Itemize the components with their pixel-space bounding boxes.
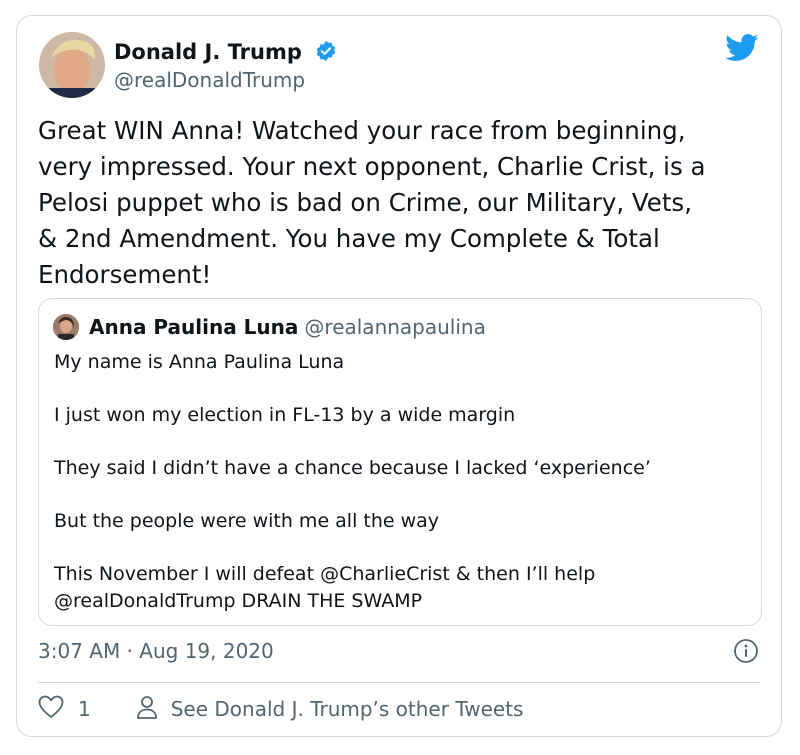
tweet-timestamp[interactable]: 3:07 AM · Aug 19, 2020 [38,639,274,663]
quoted-blank-line [54,376,744,403]
author-name[interactable]: Donald J. Trump [114,40,337,67]
like-count: 1 [78,697,91,721]
quoted-line: My name is Anna Paulina Luna [54,351,345,373]
verified-badge-icon [315,40,337,67]
quoted-line: @realDonaldTrump DRAIN THE SWAMP [54,589,423,612]
info-icon[interactable] [733,638,759,668]
heart-icon[interactable] [38,695,64,724]
quoted-blank-line [54,482,744,509]
quoted-author[interactable]: Anna Paulina Luna @realannapaulina [89,315,486,339]
user-icon [135,694,159,725]
quoted-blank-line [54,429,744,456]
twitter-bird-icon[interactable] [725,34,759,66]
quoted-line: I just won my election in FL-13 by a wid… [54,404,516,426]
quoted-author-name: Anna Paulina Luna [89,315,299,339]
see-other-tweets-link[interactable]: See Donald J. Trump’s other Tweets [135,694,524,725]
quoted-tweet-body: My name is Anna Paulina Luna I just won … [54,349,744,614]
quoted-author-avatar[interactable] [53,314,79,340]
author-name-text: Donald J. Trump [114,40,302,64]
quoted-blank-line [54,535,744,562]
quoted-line: But the people were with me all the way [54,510,440,532]
quoted-line: They said I didn’t have a chance because… [54,457,651,479]
divider [38,682,760,683]
see-other-tweets-label: See Donald J. Trump’s other Tweets [170,697,524,721]
tweet-body: Great WIN Anna! Watched your race from b… [38,116,706,289]
action-bar: 1 See Donald J. Trump’s other Tweets [38,694,523,724]
quoted-author-handle: @realannapaulina [304,315,486,339]
tweet-card: Donald J. Trump @realDonaldTrump Great W… [16,15,782,737]
author-avatar[interactable] [39,32,105,98]
quoted-line: This November I will defeat @CharlieCris… [54,563,596,585]
quoted-tweet[interactable]: Anna Paulina Luna @realannapaulina My nam… [38,298,762,626]
author-handle[interactable]: @realDonaldTrump [114,68,305,92]
